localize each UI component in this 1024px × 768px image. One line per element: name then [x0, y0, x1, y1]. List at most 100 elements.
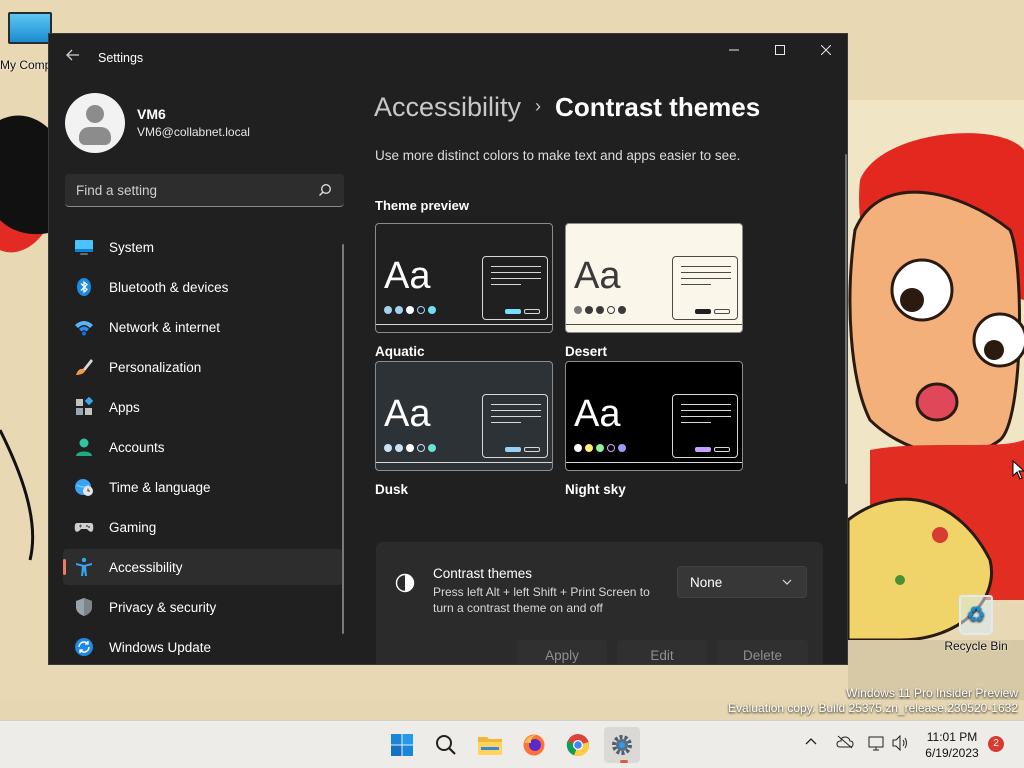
- chevron-up-icon[interactable]: [805, 735, 817, 752]
- window-title: Settings: [98, 51, 144, 65]
- network-icon: [75, 321, 93, 336]
- sidebar-item-time-language[interactable]: Time & language: [63, 469, 343, 505]
- contrast-themes-subtitle: Press left Alt + left Shift + Print Scre…: [433, 585, 650, 615]
- theme-name-label: Night sky: [565, 482, 626, 497]
- evaluation-watermark: Windows 11 Pro Insider Preview Evaluatio…: [728, 686, 1018, 715]
- mini-primary-button: [695, 447, 711, 452]
- bluetooth-icon: [77, 278, 91, 296]
- text-line: [491, 272, 541, 273]
- sidebar-scrollbar[interactable]: [342, 244, 344, 634]
- text-line: [681, 278, 731, 279]
- windows-start-icon[interactable]: [384, 727, 420, 763]
- color-swatch: [406, 444, 414, 452]
- brush-icon: [76, 359, 93, 375]
- contrast-themes-title: Contrast themes: [433, 566, 533, 581]
- back-arrow-icon[interactable]: [63, 48, 83, 68]
- color-swatch: [428, 306, 436, 314]
- contrast-theme-dropdown[interactable]: None: [677, 566, 807, 598]
- mini-primary-button: [505, 447, 521, 452]
- theme-mini-window: [672, 256, 738, 320]
- theme-preview-desert[interactable]: Aa: [565, 223, 743, 333]
- theme-preview-aquatic[interactable]: Aa: [375, 223, 553, 333]
- theme-mini-window: [672, 394, 738, 458]
- sidebar-item-label: Apps: [109, 399, 140, 415]
- color-swatch: [395, 306, 403, 314]
- search-icon[interactable]: [318, 183, 332, 197]
- color-swatch: [395, 444, 403, 452]
- sidebar-item-windows-update[interactable]: Windows Update: [63, 629, 343, 664]
- theme-preview-heading: Theme preview: [375, 198, 469, 213]
- desktop-icon-recycle-bin[interactable]: ♻ Recycle Bin: [940, 595, 1012, 653]
- title-bar[interactable]: Settings: [49, 34, 847, 82]
- page-title: Contrast themes: [555, 92, 761, 122]
- sidebar-item-label: Personalization: [109, 359, 202, 375]
- clock-time: 11:01 PM: [926, 730, 978, 744]
- sidebar-item-label: Privacy & security: [109, 599, 217, 615]
- accessibility-icon: [76, 557, 92, 576]
- sidebar-item-network[interactable]: Network & internet: [63, 309, 343, 345]
- notification-badge[interactable]: 2: [988, 736, 1004, 752]
- mouse-cursor-icon: [1012, 460, 1024, 480]
- text-line: [491, 284, 521, 285]
- network-status-icon[interactable]: [868, 735, 886, 755]
- search-input[interactable]: [65, 174, 310, 206]
- color-swatch: [607, 444, 615, 452]
- chevron-down-icon: [782, 579, 792, 585]
- color-swatch: [596, 306, 604, 314]
- edit-button[interactable]: Edit: [617, 640, 707, 664]
- theme-preview-night-sky[interactable]: Aa: [565, 361, 743, 471]
- sidebar-item-apps[interactable]: Apps: [63, 389, 343, 425]
- sidebar-item-gaming[interactable]: Gaming: [63, 509, 343, 545]
- theme-sample-text: Aa: [384, 255, 431, 297]
- color-swatch: [618, 444, 626, 452]
- text-line: [681, 422, 711, 423]
- maximize-icon[interactable]: [757, 34, 803, 66]
- theme-name-label: Aquatic: [375, 344, 425, 359]
- search-box[interactable]: [65, 174, 344, 207]
- mini-secondary-button: [714, 309, 730, 314]
- delete-button[interactable]: Delete: [717, 640, 808, 664]
- apply-button[interactable]: Apply: [517, 640, 607, 664]
- theme-mini-window: [482, 256, 548, 320]
- theme-color-swatches: [574, 306, 626, 314]
- profile-name: VM6: [137, 106, 166, 122]
- color-swatch: [384, 306, 392, 314]
- content-scrollbar[interactable]: [845, 154, 847, 484]
- sidebar-item-label: Network & internet: [109, 319, 221, 335]
- system-icon: [75, 240, 93, 255]
- text-line: [681, 266, 731, 267]
- sidebar-item-personalization[interactable]: Personalization: [63, 349, 343, 385]
- sidebar-item-bluetooth[interactable]: Bluetooth & devices: [63, 269, 343, 305]
- settings-icon[interactable]: [604, 727, 640, 763]
- minimize-icon[interactable]: [711, 34, 757, 66]
- sidebar-item-privacy-security[interactable]: Privacy & security: [63, 589, 343, 625]
- close-icon[interactable]: [803, 34, 847, 66]
- sidebar-item-accessibility[interactable]: Accessibility: [63, 549, 343, 585]
- theme-name-label: Dusk: [375, 482, 409, 497]
- avatar[interactable]: [65, 93, 125, 153]
- color-swatch: [585, 306, 593, 314]
- file-explorer-icon[interactable]: [472, 727, 508, 763]
- profile-email: VM6@collabnet.local: [137, 125, 250, 139]
- contrast-icon: [395, 573, 415, 593]
- mini-primary-button: [695, 309, 711, 314]
- theme-preview-strip: [376, 324, 552, 332]
- theme-preview-strip: [376, 462, 552, 470]
- sidebar-item-label: Time & language: [109, 479, 211, 495]
- theme-preview-dusk[interactable]: Aa: [375, 361, 553, 471]
- mini-secondary-button: [524, 309, 540, 314]
- breadcrumb-parent[interactable]: Accessibility: [374, 92, 521, 122]
- page-description: Use more distinct colors to make text an…: [375, 148, 741, 163]
- chrome-icon[interactable]: [560, 727, 596, 763]
- search-icon[interactable]: [428, 727, 464, 763]
- mini-secondary-button: [524, 447, 540, 452]
- cloud-offline-icon[interactable]: [836, 735, 854, 753]
- sidebar-item-system[interactable]: System: [63, 229, 343, 265]
- volume-icon[interactable]: [892, 734, 910, 755]
- taskbar-clock[interactable]: 11:01 PM 6/19/2023: [918, 729, 986, 761]
- text-line: [681, 416, 731, 417]
- firefox-icon[interactable]: [516, 727, 552, 763]
- active-app-indicator: [620, 760, 628, 763]
- sidebar-item-accounts[interactable]: Accounts: [63, 429, 343, 465]
- theme-preview-strip: [566, 324, 742, 332]
